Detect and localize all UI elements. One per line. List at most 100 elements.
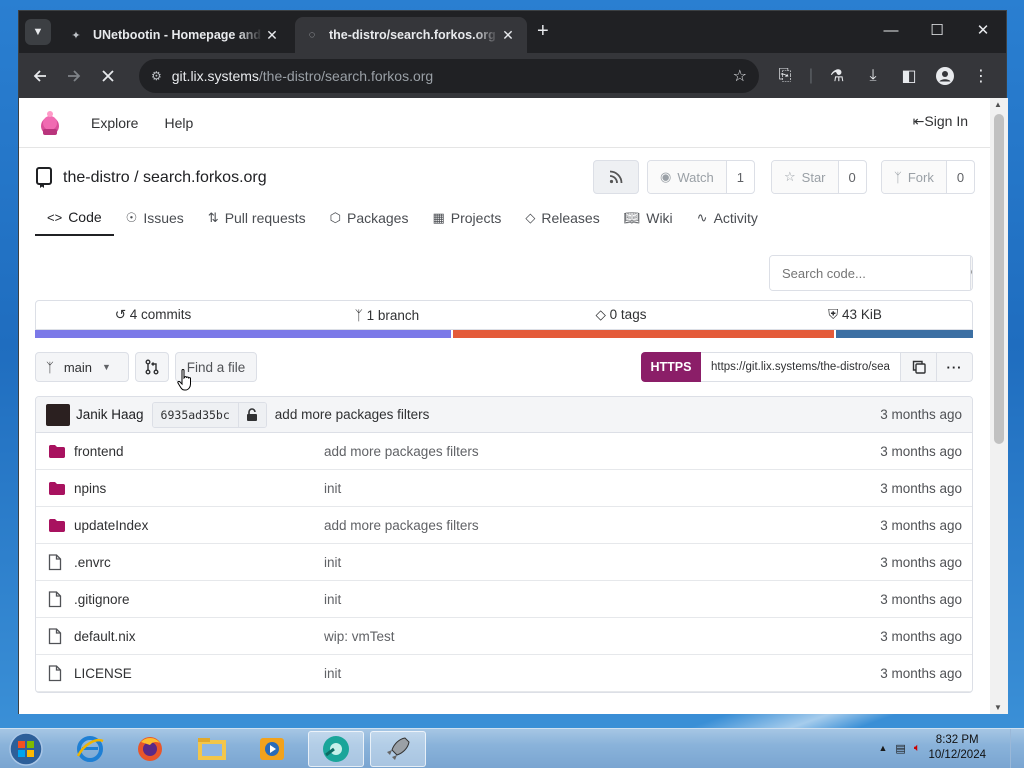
clone-url-input[interactable] [701,352,901,382]
tab-pull-requests[interactable]: ⇅ Pull requests [196,200,318,236]
file-name[interactable]: npins [74,481,324,496]
maximize-button[interactable]: ☐ [914,11,960,49]
tab-releases[interactable]: ◇ Releases [513,200,611,236]
file-commit-message[interactable]: init [324,592,341,607]
tab-packages[interactable]: ⬡ Packages [318,200,421,236]
table-row[interactable]: frontend add more packages filters 3 month… [36,433,972,470]
tab-search-button[interactable]: ▼ [25,19,51,45]
file-commit-message[interactable]: init [324,666,341,681]
star-count[interactable]: 0 [837,161,866,193]
bookmark-star-icon[interactable]: ☆ [733,66,747,86]
start-button[interactable] [4,730,48,768]
file-name[interactable]: default.nix [74,629,324,644]
file-commit-message[interactable]: wip: vmTest [324,629,395,644]
vertical-scrollbar[interactable]: ▲ ▼ [990,98,1008,714]
rss-feed-button[interactable] [593,160,639,194]
network-icon[interactable]: ▤ [895,742,905,755]
folder-icon-wrap [48,442,68,460]
downloads-icon[interactable]: ⤓ [856,59,890,93]
sign-in-link[interactable]: ⇤Sign In [913,113,968,130]
table-row[interactable]: updateIndex add more packages filters 3 mo… [36,507,972,544]
forgejo-logo[interactable] [39,109,61,137]
close-window-button[interactable]: ✕ [960,11,1006,49]
file-name[interactable]: .envrc [74,555,324,570]
internet-explorer-icon[interactable] [62,731,118,767]
tab-issues[interactable]: ☉ Issues [114,200,196,236]
avatar[interactable] [46,403,70,426]
address-bar[interactable]: ⚙ git.lix.systems/the-distro/search.fork… [139,59,759,93]
url-text[interactable]: git.lix.systems/the-distro/search.forkos… [172,68,733,84]
file-name[interactable]: frontend [74,444,324,459]
forward-button[interactable] [57,59,91,93]
branch-selector[interactable]: ᛉ main ▼ [35,352,129,382]
tab-unetbootin[interactable]: ✦ UNetbootin - Homepage and Downloads ✕ [59,17,291,53]
menu-kebab-icon[interactable]: ⋮ [964,59,998,93]
volume-muted-icon[interactable]: 🔈︎ [914,742,921,755]
code-search-input[interactable] [770,256,970,290]
unlock-icon[interactable] [237,402,266,427]
compare-button[interactable] [135,352,169,382]
fork-button[interactable]: ᛉ Fork [882,161,946,193]
profile-avatar-icon[interactable] [928,59,962,93]
scroll-down-icon[interactable]: ▼ [994,703,1002,712]
fork-count[interactable]: 0 [945,161,974,193]
language-bar[interactable] [35,330,973,338]
site-info-icon[interactable]: ⚙ [151,69,162,83]
file-commit-message[interactable]: add more packages filters [324,518,479,533]
scroll-up-icon[interactable]: ▲ [994,100,1002,109]
search-button[interactable] [970,256,972,290]
commit-sha-group: 6935ad35bc [151,401,267,428]
file-explorer-icon[interactable] [184,731,240,767]
nav-explore-link[interactable]: Explore [91,115,138,131]
labs-flask-icon[interactable]: ⚗ [820,59,854,93]
clone-protocol-button[interactable]: HTTPS [641,352,701,382]
tab-close-icon[interactable]: ✕ [263,27,281,44]
watch-button[interactable]: ◉ Watch [648,161,726,193]
commit-author[interactable]: Janik Haag [76,407,144,422]
show-desktop-button[interactable] [1010,729,1024,768]
firefox-icon[interactable] [122,731,178,767]
tab-wiki[interactable]: 📖︎ Wiki [612,200,685,236]
watch-count[interactable]: 1 [725,161,754,193]
tab-projects[interactable]: ▦ Projects [420,200,513,236]
table-row[interactable]: npins init 3 months ago [36,470,972,507]
tags-link[interactable]: ◇ 0 tags [504,307,738,323]
system-clock[interactable]: 8:32 PM 10/12/2024 [928,733,986,763]
table-row[interactable]: default.nix wip: vmTest 3 months ago [36,618,972,655]
stop-loading-button[interactable] [91,59,125,93]
new-tab-button[interactable]: + [537,21,549,41]
more-options-button[interactable]: ··· [937,352,973,382]
file-name[interactable]: updateIndex [74,518,324,533]
table-row[interactable]: LICENSE init 3 months ago [36,655,972,692]
tab-close-icon[interactable]: ✕ [499,27,517,44]
minimize-button[interactable]: — [868,11,914,49]
file-commit-message[interactable]: add more packages filters [324,444,479,459]
tab-code[interactable]: <> Code [35,200,114,236]
scrollbar-thumb[interactable] [994,114,1004,444]
file-commit-message[interactable]: init [324,481,341,496]
copy-url-button[interactable] [901,352,937,382]
media-player-icon[interactable] [244,731,300,767]
commit-sha[interactable]: 6935ad35bc [152,402,238,427]
active-app-icon[interactable] [308,731,364,767]
table-row[interactable]: .envrc init 3 months ago [36,544,972,581]
nav-help-link[interactable]: Help [164,115,193,131]
tab-forkos[interactable]: ◌ the-distro/search.forkos.org - Forgejo… [295,17,527,53]
show-hidden-icons-icon[interactable]: ▲ [879,743,888,753]
file-age: 3 months ago [880,591,962,607]
side-panel-icon[interactable]: ◧ [892,59,926,93]
unetbootin-icon[interactable] [370,731,426,767]
file-name[interactable]: .gitignore [74,592,324,607]
file-name[interactable]: LICENSE [74,666,324,681]
extensions-icon[interactable]: ⎘ [768,59,802,93]
tab-activity[interactable]: ∿ Activity [685,200,770,236]
branches-link[interactable]: ᛉ 1 branch [270,308,504,323]
file-commit-message[interactable]: init [324,555,341,570]
back-button[interactable] [23,59,57,93]
star-button[interactable]: ☆ Star [772,161,838,193]
table-row[interactable]: .gitignore init 3 months ago [36,581,972,618]
tab-title: UNetbootin - Homepage and Downloads [93,28,263,42]
commits-link[interactable]: ↺ 4 commits [36,307,270,323]
repo-full-name[interactable]: the-distro / search.forkos.org [63,169,267,187]
commit-message[interactable]: add more packages filters [275,407,430,422]
